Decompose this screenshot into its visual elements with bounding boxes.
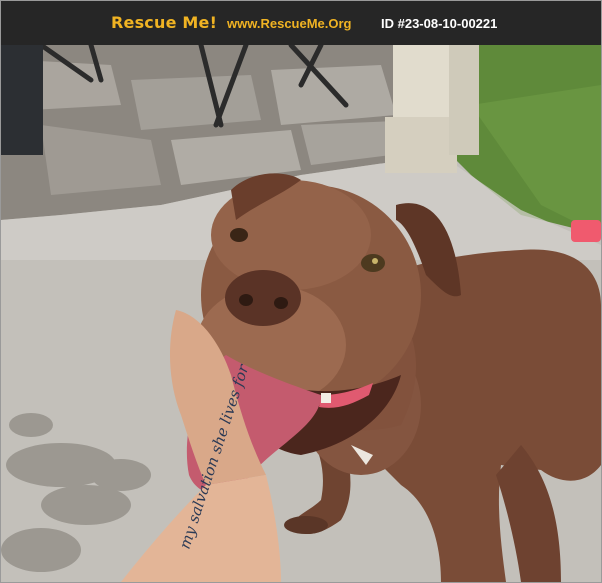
pet-id: ID #23-08-10-00221 [381, 16, 498, 31]
site-url[interactable]: www.RescueMe.Org [227, 16, 352, 31]
rescueme-logo[interactable]: Rescue Me! [111, 13, 217, 32]
dog-photo: my salvation she lives for [1, 45, 601, 582]
pink-toy [571, 220, 601, 242]
top-banner: Rescue Me! www.RescueMe.Org ID #23-08-10… [1, 1, 601, 45]
dog-nose [225, 270, 301, 326]
photo-canvas: my salvation she lives for [1, 45, 601, 582]
listing-frame: Rescue Me! www.RescueMe.Org ID #23-08-10… [0, 0, 602, 583]
dog-eye-left [230, 228, 248, 242]
grill [1, 45, 43, 155]
